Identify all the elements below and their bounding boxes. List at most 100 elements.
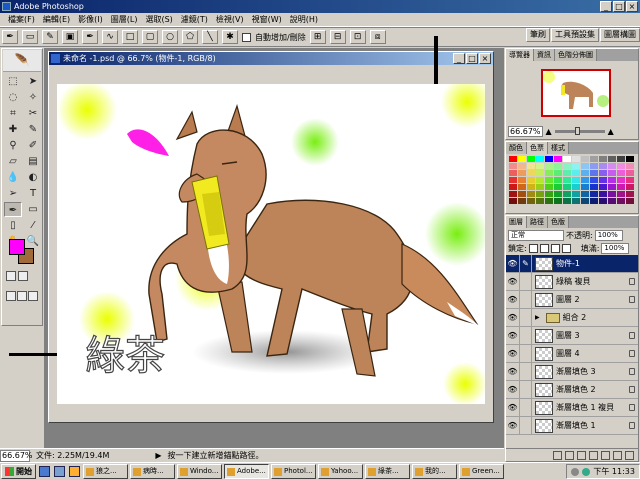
color-swatch[interactable] [527, 198, 535, 204]
blend-mode-select[interactable]: 正常 [508, 229, 564, 241]
layer-style-icon[interactable] [565, 450, 574, 460]
brush-tool-icon[interactable]: ✎ [24, 122, 42, 137]
layer-link-slot[interactable] [520, 291, 532, 308]
color-swatch[interactable] [563, 198, 571, 204]
color-swatch[interactable] [617, 191, 625, 197]
status-arrow-icon[interactable]: ▶ [155, 451, 161, 460]
color-swatch[interactable] [599, 191, 607, 197]
layer-brush-icon[interactable]: ✎ [520, 255, 532, 272]
menu-select[interactable]: 選取(S) [141, 13, 176, 26]
color-swatch[interactable] [518, 156, 526, 162]
layer-visibility-eye-icon[interactable]: 👁 [506, 345, 520, 362]
color-swatch[interactable] [590, 170, 598, 176]
color-swatch[interactable] [608, 184, 616, 190]
color-swatch[interactable] [536, 191, 544, 197]
adjustment-layer-icon[interactable] [601, 450, 610, 460]
rounded-rect-button[interactable]: ▢ [142, 30, 158, 44]
layer-row[interactable]: 👁 圖層 3 [506, 327, 638, 345]
lock-transparency-checkbox[interactable] [528, 244, 538, 253]
color-swatch[interactable] [599, 163, 607, 169]
fullscreen-menu-icon[interactable] [17, 291, 27, 301]
doc-maximize-button[interactable]: □ [466, 53, 478, 64]
menu-layer[interactable]: 圖層(L) [107, 13, 142, 26]
tool-preset-picker[interactable]: ✒ [2, 30, 18, 44]
tray-volume-icon[interactable] [582, 467, 591, 476]
color-swatch[interactable] [527, 184, 535, 190]
color-swatch[interactable] [599, 177, 607, 183]
color-swatch[interactable] [608, 198, 616, 204]
taskbar-task-button[interactable]: 綠茶... [365, 464, 410, 479]
color-swatch[interactable] [608, 156, 616, 162]
color-swatch[interactable] [563, 177, 571, 183]
fullscreen-icon[interactable] [28, 291, 38, 301]
color-swatch[interactable] [527, 191, 535, 197]
taskbar-task-button[interactable]: Photol... [271, 464, 316, 479]
color-swatch[interactable] [608, 163, 616, 169]
foreground-color-swatch[interactable] [9, 239, 25, 255]
color-swatch[interactable] [617, 184, 625, 190]
image-canvas[interactable]: 綠茶 [57, 84, 485, 404]
tab-swatches[interactable]: 色票 [527, 142, 548, 154]
layer-row[interactable]: 👁 漸層填色 1 複貝 [506, 399, 638, 417]
doc-minimize-button[interactable]: _ [453, 53, 465, 64]
color-swatch[interactable] [509, 191, 517, 197]
taskbar-task-button[interactable]: Green... [459, 464, 504, 479]
layer-visibility-eye-icon[interactable]: 👁 [506, 327, 520, 344]
color-swatch[interactable] [617, 163, 625, 169]
lasso-tool-icon[interactable]: ◌ [4, 90, 22, 105]
clock[interactable]: 下午 11:33 [593, 465, 635, 478]
color-swatch[interactable] [626, 177, 634, 183]
layer-row[interactable]: 👁 漸層填色 1 [506, 417, 638, 435]
color-swatch[interactable] [626, 156, 634, 162]
eraser-tool-icon[interactable]: ▱ [4, 154, 22, 169]
tab-color[interactable]: 顏色 [506, 142, 527, 154]
color-swatch[interactable] [599, 156, 607, 162]
layer-row[interactable]: 👁 圖層 2 [506, 291, 638, 309]
close-button[interactable]: × [626, 1, 638, 12]
color-swatch[interactable] [599, 198, 607, 204]
menu-help[interactable]: 說明(H) [286, 13, 322, 26]
zoom-in-icon[interactable]: ▲ [608, 127, 614, 136]
layer-visibility-eye-icon[interactable]: 👁 [506, 399, 520, 416]
layer-visibility-eye-icon[interactable]: 👁 [506, 363, 520, 380]
status-zoom-field[interactable]: 66.67% [0, 449, 33, 462]
color-swatch[interactable] [527, 177, 535, 183]
color-swatch[interactable] [536, 170, 544, 176]
opacity-field[interactable]: 100% [594, 229, 623, 241]
color-swatch[interactable] [518, 163, 526, 169]
layer-row[interactable]: 👁 綠稿 複貝 [506, 273, 638, 291]
color-swatch[interactable] [509, 177, 517, 183]
color-swatch[interactable] [608, 191, 616, 197]
path-exclude-button[interactable]: ⧈ [369, 30, 386, 44]
color-swatch[interactable] [572, 156, 580, 162]
color-swatch[interactable] [617, 170, 625, 176]
polygon-button[interactable]: ⬠ [182, 30, 198, 44]
color-swatch[interactable] [626, 198, 634, 204]
menu-filter[interactable]: 濾鏡(T) [177, 13, 212, 26]
color-swatch[interactable] [599, 170, 607, 176]
path-intersect-button[interactable]: ⊡ [349, 30, 366, 44]
color-swatch[interactable] [545, 191, 553, 197]
layer-row[interactable]: 👁 漸層填色 3 [506, 363, 638, 381]
color-swatch[interactable] [617, 177, 625, 183]
taskbar-task-button[interactable]: 狼之... [83, 464, 128, 479]
tab-histogram[interactable]: 色階分佈圖 [555, 49, 597, 61]
color-swatch[interactable] [563, 184, 571, 190]
layer-visibility-eye-icon[interactable]: 👁 [506, 291, 520, 308]
layer-link-slot[interactable] [520, 417, 532, 434]
color-swatch[interactable] [536, 163, 544, 169]
zoom-tool-icon[interactable]: 🔍 [24, 234, 42, 249]
custom-shape-button[interactable]: ✱ [222, 30, 238, 44]
well-tab-layer-comps[interactable]: 圖層構圖 [600, 28, 640, 42]
taskbar-task-button[interactable]: 我的... [412, 464, 457, 479]
new-layer-icon[interactable] [613, 450, 622, 460]
crop-tool-icon[interactable]: ⌗ [4, 106, 22, 121]
color-swatch[interactable] [563, 163, 571, 169]
color-swatch[interactable] [590, 184, 598, 190]
color-swatch[interactable] [572, 163, 580, 169]
color-swatch[interactable] [518, 177, 526, 183]
layer-link-slot[interactable] [520, 327, 532, 344]
color-swatch[interactable] [590, 156, 598, 162]
menu-edit[interactable]: 編輯(E) [39, 13, 74, 26]
auto-add-delete-checkbox[interactable] [242, 32, 251, 42]
